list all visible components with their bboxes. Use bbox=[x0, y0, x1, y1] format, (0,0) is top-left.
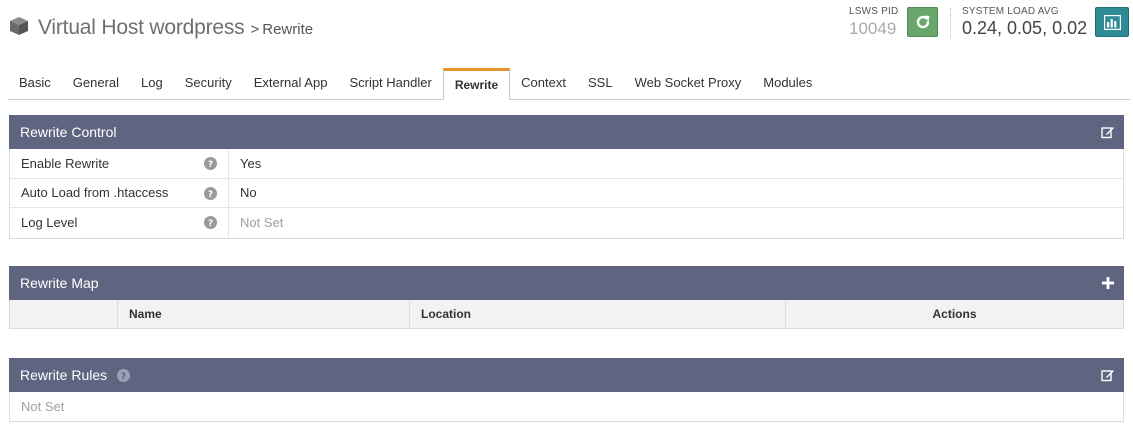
page-title: Virtual Host wordpress bbox=[38, 16, 245, 39]
tab-external-app[interactable]: External App bbox=[243, 68, 339, 99]
edit-rewrite-control-button[interactable] bbox=[1100, 124, 1116, 140]
tab-log[interactable]: Log bbox=[130, 68, 174, 99]
table-row: Auto Load from .htaccess ? No bbox=[10, 178, 1123, 208]
load-block: SYSTEM LOAD AVG 0.24, 0.05, 0.02 bbox=[962, 6, 1087, 39]
rewrite-rules-value: Not Set bbox=[9, 392, 1124, 422]
add-rewrite-map-button[interactable] bbox=[1100, 275, 1116, 291]
question-icon[interactable]: ? bbox=[117, 369, 131, 382]
question-icon[interactable]: ? bbox=[204, 216, 217, 229]
rewrite-control-title: Rewrite Control bbox=[20, 124, 117, 140]
tab-general[interactable]: General bbox=[62, 68, 130, 99]
page-subtitle: Rewrite bbox=[262, 21, 314, 38]
refresh-icon bbox=[916, 15, 929, 29]
rewrite-rules-panel: Rewrite Rules ? Not Set bbox=[9, 358, 1124, 422]
svg-text:?: ? bbox=[208, 190, 213, 200]
rewrite-control-header: Rewrite Control bbox=[9, 115, 1124, 149]
rewrite-rules-title: Rewrite Rules bbox=[20, 367, 108, 383]
pid-value: 10049 bbox=[849, 19, 897, 38]
tab-bar: Basic General Log Security External App … bbox=[8, 68, 1130, 100]
column-header-location: Location bbox=[410, 300, 786, 328]
tab-ssl[interactable]: SSL bbox=[577, 68, 624, 99]
tab-script-handler[interactable]: Script Handler bbox=[338, 68, 442, 99]
svg-text:?: ? bbox=[208, 160, 213, 170]
row-label: Enable Rewrite bbox=[21, 155, 110, 171]
row-label: Log Level bbox=[21, 215, 78, 231]
row-label-cell: Log Level ? bbox=[10, 208, 229, 238]
row-label-cell: Auto Load from .htaccess ? bbox=[10, 178, 229, 207]
row-value: Not Set bbox=[240, 215, 284, 231]
breadcrumb-separator: > bbox=[250, 21, 260, 38]
tab-modules[interactable]: Modules bbox=[752, 68, 823, 99]
column-header-blank bbox=[10, 300, 118, 328]
tab-basic[interactable]: Basic bbox=[8, 68, 62, 99]
rewrite-map-panel: Rewrite Map Name Location Actions bbox=[9, 266, 1124, 329]
plus-icon bbox=[1102, 277, 1114, 289]
question-icon[interactable]: ? bbox=[204, 186, 217, 200]
question-icon[interactable]: ? bbox=[204, 157, 217, 170]
bar-chart-icon bbox=[1103, 14, 1121, 30]
row-value: No bbox=[240, 185, 257, 201]
row-label-cell: Enable Rewrite ? bbox=[10, 149, 229, 178]
rewrite-control-panel: Rewrite Control Enable Rewrite ? Yes Aut… bbox=[9, 115, 1124, 239]
rewrite-rules-header: Rewrite Rules ? bbox=[9, 358, 1124, 392]
edit-icon bbox=[1101, 370, 1114, 382]
load-value: 0.24, 0.05, 0.02 bbox=[962, 18, 1088, 38]
page-header: Virtual Host wordpress > Rewrite LSWS PI… bbox=[0, 0, 1133, 62]
table-row: Log Level ? Not Set bbox=[10, 208, 1123, 238]
svg-text:?: ? bbox=[208, 219, 213, 229]
table-row: Enable Rewrite ? Yes bbox=[10, 149, 1123, 179]
column-header-name: Name bbox=[118, 300, 410, 328]
stats-button[interactable] bbox=[1095, 7, 1129, 37]
header-divider bbox=[950, 8, 951, 38]
restart-button[interactable] bbox=[907, 7, 938, 37]
pid-block: LSWS PID 10049 bbox=[849, 6, 898, 39]
pid-label: LSWS PID bbox=[849, 6, 899, 17]
load-label: SYSTEM LOAD AVG bbox=[962, 6, 1059, 17]
rewrite-map-title: Rewrite Map bbox=[20, 275, 99, 291]
column-header-actions: Actions bbox=[932, 307, 977, 321]
rewrite-map-table-header: Name Location Actions bbox=[9, 300, 1124, 329]
rewrite-map-header: Rewrite Map bbox=[9, 266, 1124, 300]
page-title-wrap: Virtual Host wordpress > Rewrite bbox=[8, 12, 313, 40]
tab-web-socket-proxy[interactable]: Web Socket Proxy bbox=[624, 68, 753, 99]
tab-context[interactable]: Context bbox=[510, 68, 577, 99]
rewrite-control-rows: Enable Rewrite ? Yes Auto Load from .hta… bbox=[9, 149, 1124, 239]
cube-icon bbox=[10, 17, 28, 35]
svg-text:?: ? bbox=[121, 372, 126, 382]
edit-icon bbox=[1101, 127, 1114, 139]
row-label: Auto Load from .htaccess bbox=[21, 185, 169, 201]
row-value: Yes bbox=[240, 155, 262, 171]
edit-rewrite-rules-button[interactable] bbox=[1100, 367, 1116, 383]
tab-security[interactable]: Security bbox=[174, 68, 243, 99]
tab-rewrite[interactable]: Rewrite bbox=[442, 68, 511, 100]
